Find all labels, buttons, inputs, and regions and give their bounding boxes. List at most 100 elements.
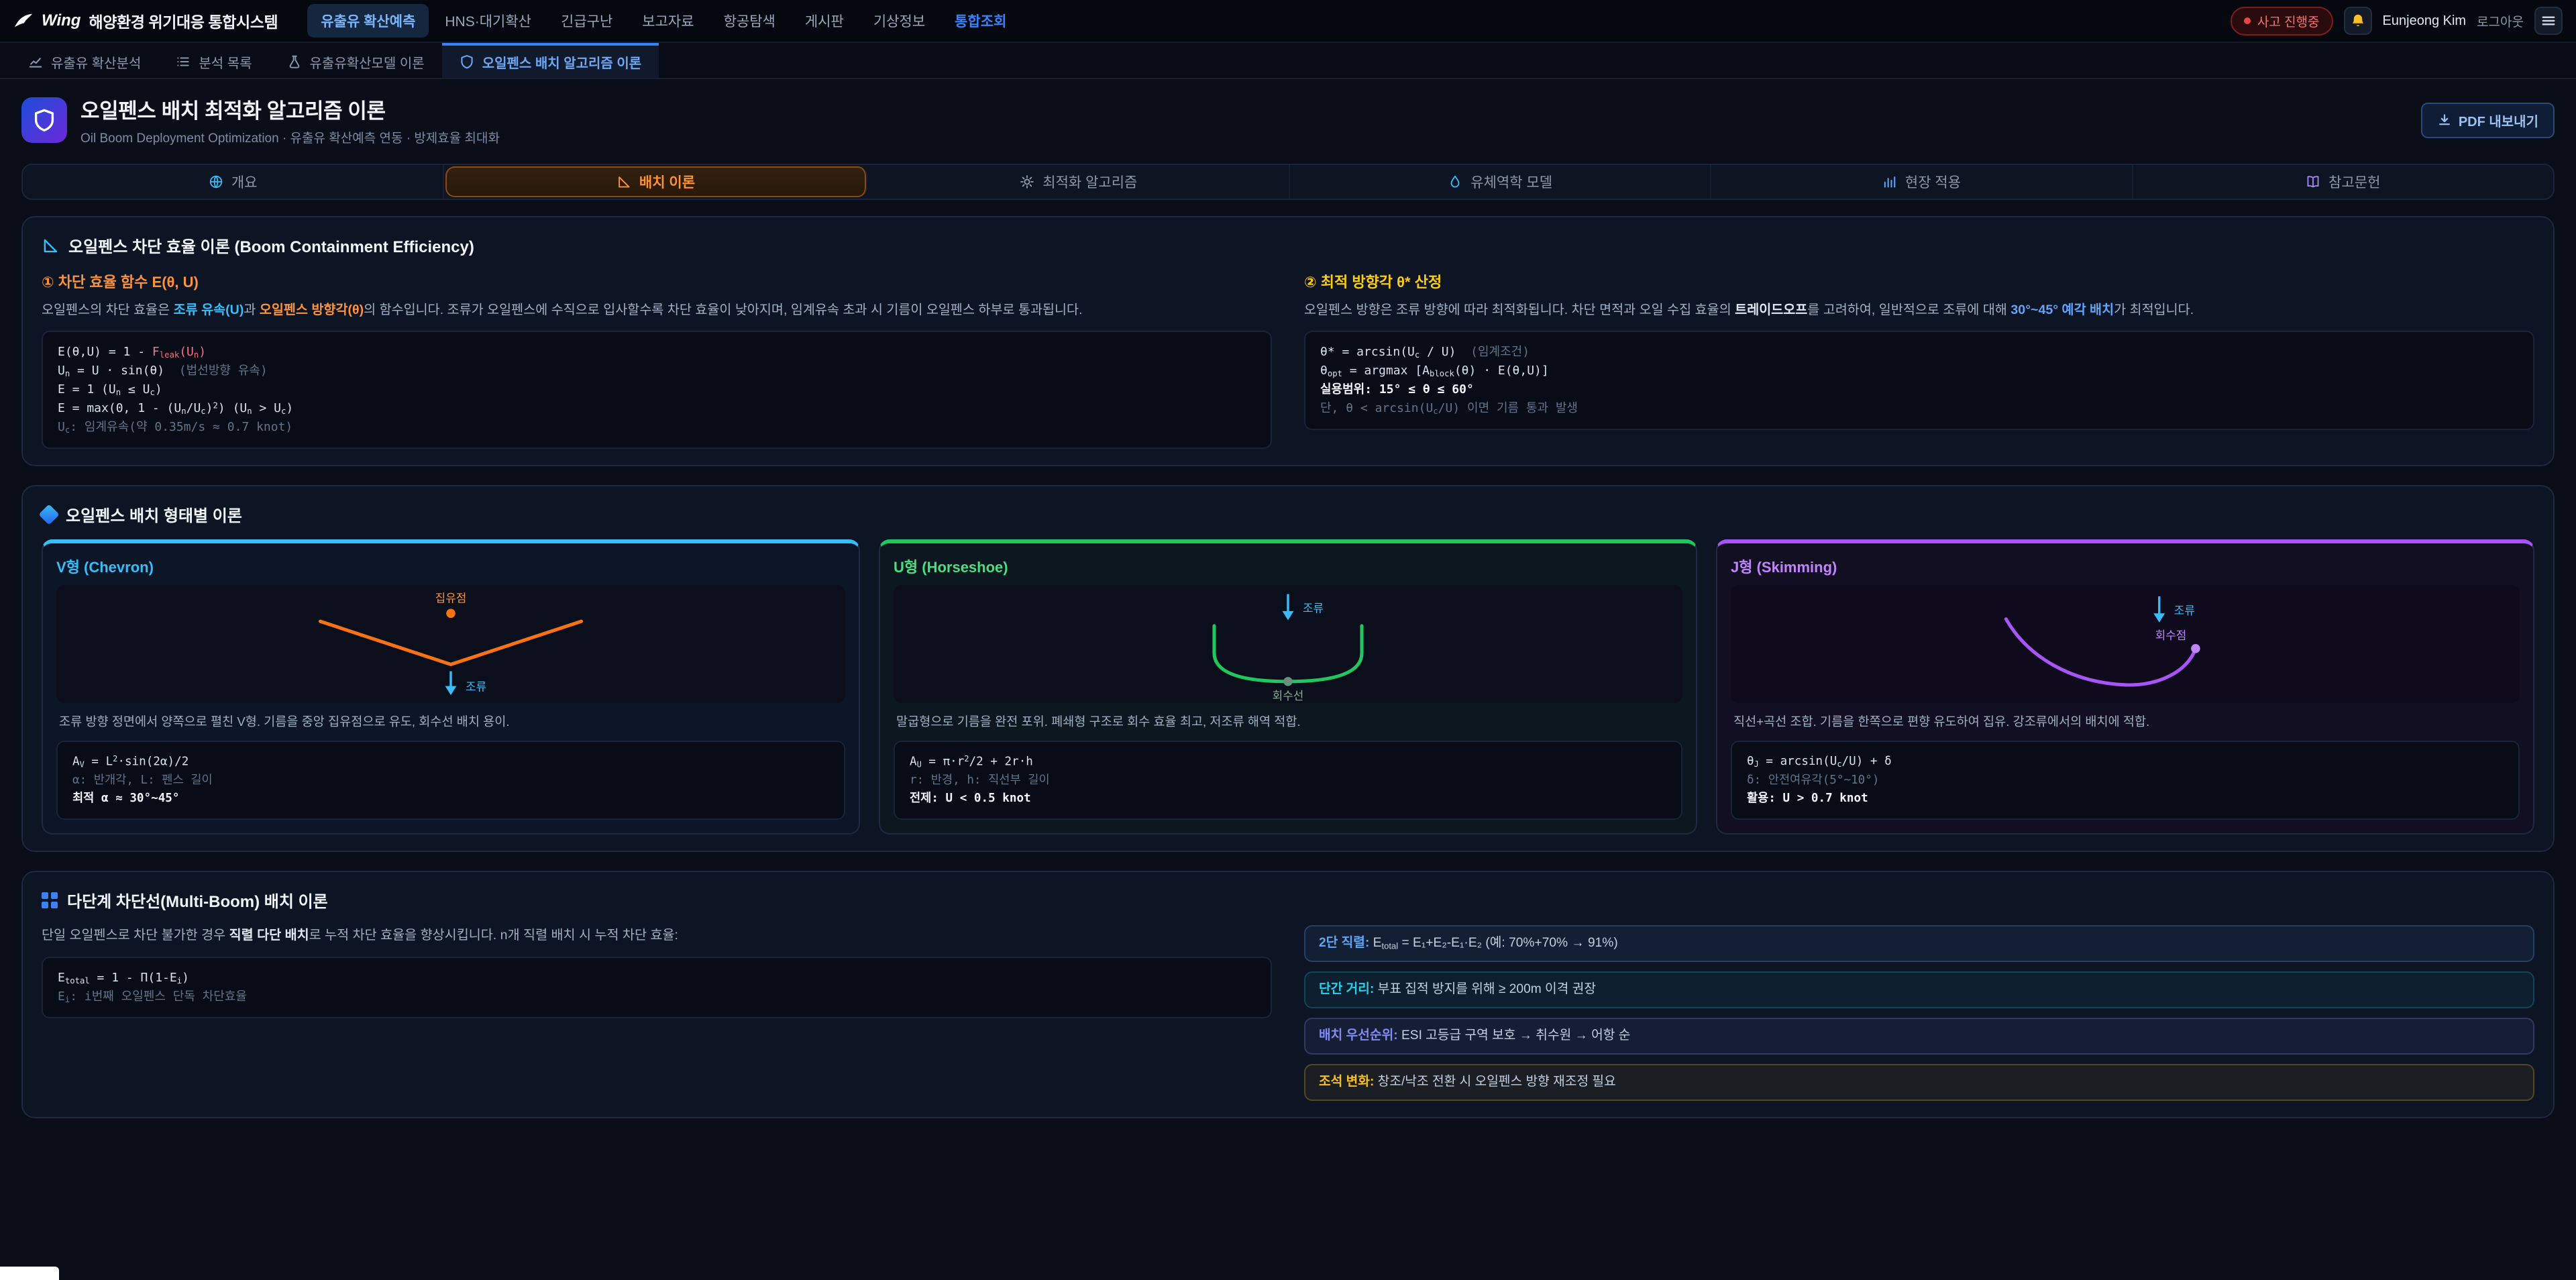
page-header: 오일펜스 배치 최적화 알고리즘 이론 Oil Boom Deployment … [0,79,2576,158]
card-heading: U형 (Horseshoe) [894,555,1682,577]
user-name: Eunjeong Kim [2383,13,2467,29]
containment-efficiency-title-row: 오일펜스 차단 효율 이론 (Boom Containment Efficien… [42,233,2534,257]
code-line: 활용: U > 0.7 knot [1747,790,2504,808]
code-line: Uc: 임계유속(약 0.35m/s ≈ 0.7 knot) [58,418,1256,437]
droplet-icon [1448,174,1462,189]
svg-text:회수점: 회수점 [2155,630,2187,643]
chart-line-icon [28,54,43,69]
optimal-angle-column: ② 최적 방향각 θ* 산정 오일펜스 방향은 조류 방향에 따라 최적화됩니다… [1304,270,2534,449]
brand-logo[interactable]: Wing 해양환경 위기대응 통합시스템 [13,9,278,32]
chevron-formula-block: AV = L2·sin(2α)/2 α: 반개각, L: 펜스 길이 최적 α … [56,741,845,820]
incident-dot-icon [2244,17,2251,24]
page-subtitle: Oil Boom Deployment Optimization · 유출유 확… [80,128,500,146]
code-line: AV = L2·sin(2α)/2 [72,753,829,771]
nav-item-hns-air-diffusion[interactable]: HNS·대기확산 [431,4,545,38]
svg-text:조류: 조류 [2174,604,2195,617]
boom-shapes-title-row: 오일펜스 배치 형태별 이론 [42,502,2534,526]
incident-status-badge[interactable]: 사고 진행중 [2231,7,2333,36]
guideline-row-serial: 2단 직렬: Etotal = E₁+E₂-E₁·E₂ (예: 70%+70% … [1304,925,2534,962]
code-line: δ: 안전여유각(5°~10°) [1747,771,2504,790]
triangle-ruler-icon [616,174,631,189]
optimal-angle-paragraph: 오일펜스 방향은 조류 방향에 따라 최적화됩니다. 차단 면적과 오일 수집 … [1304,300,2534,320]
efficiency-function-formula-block: E(θ,U) = 1 - Fleak(Un) Un = U · sin(θ) (… [42,331,1272,449]
list-icon [176,54,191,69]
panel-title: 오일펜스 배치 형태별 이론 [66,502,242,526]
svg-text:조류: 조류 [466,681,486,694]
code-line: E(θ,U) = 1 - Fleak(Un) [58,343,1256,362]
code-line: E = max(0, 1 - (Un/Uc)2) (Un > Uc) [58,399,1256,418]
boom-shape-card-chevron: V형 (Chevron) 집유점 조류 조류 방향 정면에서 양쪽으로 펼친 V… [42,539,860,835]
section-tab-hydrodynamics-model[interactable]: 유체역학 모델 [1290,165,1711,199]
code-line: 실용범위: 15° ≤ θ ≤ 60° [1320,380,2518,399]
hamburger-menu-button[interactable] [2534,7,2563,35]
globe-icon [209,174,223,189]
grid-icon [42,892,58,908]
triangle-ruler-icon [42,237,59,254]
multiboom-panel: 다단계 차단선(Multi-Boom) 배치 이론 단일 오일펜스로 차단 불가… [21,871,2555,1118]
flask-icon [287,54,302,69]
card-heading: J형 (Skimming) [1731,555,2520,577]
code-line: θJ = arcsin(Uc/U) + δ [1747,753,2504,771]
page-title: 오일펜스 배치 최적화 알고리즘 이론 [80,94,500,124]
code-line: r: 반경, h: 직선부 길이 [910,771,1666,790]
svg-text:조류: 조류 [1303,602,1324,615]
code-line: Un = U · sin(θ) (법선방향 유속) [58,362,1256,380]
top-navbar: Wing 해양환경 위기대응 통합시스템 유출유 확산예측 HNS·대기확산 긴… [0,0,2576,43]
multiboom-title-row: 다단계 차단선(Multi-Boom) 배치 이론 [42,888,2534,912]
nav-item-aerial-search[interactable]: 항공탐색 [710,4,789,38]
tab-diffusion-model-theory[interactable]: 유출유확산모델 이론 [270,43,442,78]
svg-text:회수선: 회수선 [1273,690,1304,702]
nav-item-oil-spill-prediction[interactable]: 유출유 확산예측 [307,4,429,38]
boom-shapes-panel: 오일펜스 배치 형태별 이론 V형 (Chevron) 집유점 조류 조류 방향… [21,485,2555,852]
bottom-left-white-box [0,1267,59,1280]
nav-item-integrated-search[interactable]: 통합조회 [941,4,1020,38]
shield-icon [21,97,67,143]
panel-title: 다단계 차단선(Multi-Boom) 배치 이론 [67,888,328,912]
secondary-tab-bar: 유출유 확산분석 분석 목록 유출유확산모델 이론 오일펜스 배치 알고리즘 이… [0,43,2576,79]
notification-bell-button[interactable] [2344,7,2372,35]
multiboom-guideline-list: 2단 직렬: Etotal = E₁+E₂-E₁·E₂ (예: 70%+70% … [1304,925,2534,1101]
section-tab-optimization-algorithm[interactable]: 최적화 알고리즘 [869,165,1290,199]
incident-status-label: 사고 진행중 [2257,12,2320,30]
guideline-row-tide: 조석 변화: 창조/낙조 전환 시 오일펜스 방향 재조정 필요 [1304,1064,2534,1101]
bell-icon [2350,13,2366,29]
code-line: 단, θ < arcsin(Uc/U) 이면 기름 통과 발생 [1320,399,2518,418]
section-tab-bar: 개요 배치 이론 최적화 알고리즘 유체역학 모델 현장 적용 참고문헌 [21,164,2555,200]
section-tab-overview[interactable]: 개요 [23,165,444,199]
nav-item-weather[interactable]: 기상정보 [860,4,938,38]
optimal-angle-heading: ② 최적 방향각 θ* 산정 [1304,270,2534,292]
card-heading: V형 (Chevron) [56,555,845,577]
efficiency-function-column: ① 차단 효율 함수 E(θ, U) 오일펜스의 차단 효율은 조류 유속(U)… [42,270,1272,449]
efficiency-function-heading: ① 차단 효율 함수 E(θ, U) [42,270,1272,292]
download-icon [2437,113,2452,127]
tab-analysis-list[interactable]: 분석 목록 [158,43,269,78]
nav-item-reports[interactable]: 보고자료 [629,4,707,38]
guideline-row-priority: 배치 우선순위: ESI 고등급 구역 보호 → 취수원 → 어항 순 [1304,1018,2534,1055]
page-header-text: 오일펜스 배치 최적화 알고리즘 이론 Oil Boom Deployment … [80,94,500,146]
code-line: θ* = arcsin(Uc / U) (임계조건) [1320,343,2518,362]
logout-button[interactable]: 로그아웃 [2477,12,2524,30]
code-line: α: 반개각, L: 펜스 길이 [72,771,829,790]
code-line: 전제: U < 0.5 knot [910,790,1666,808]
hamburger-menu-icon [2540,13,2557,29]
multiboom-formula-block: Etotal = 1 - Π(1-Ei) Ei: i번째 오일펜스 단독 차단효… [42,957,1272,1018]
skimming-boom-diagram: 조류 회수점 [1731,585,2520,703]
tab-boom-deployment-theory[interactable]: 오일펜스 배치 알고리즘 이론 [442,43,659,78]
boom-shape-card-skimming: J형 (Skimming) 조류 회수점 직선+곡선 조합. 기름을 한쪽으로 … [1716,539,2534,835]
nav-item-board[interactable]: 게시판 [792,4,857,38]
code-line: Etotal = 1 - Π(1-Ei) [58,969,1256,988]
multiboom-paragraph: 단일 오일펜스로 차단 불가한 경우 직렬 다단 배치로 누적 차단 효율을 향… [42,925,1272,945]
code-line: θopt = argmax [Ablock(θ) · E(θ,U)] [1320,362,2518,380]
tab-oil-spill-analysis[interactable]: 유출유 확산분석 [11,43,158,78]
section-tab-deployment-theory[interactable]: 배치 이론 [445,166,867,197]
code-line: E = 1 (Un ≤ Uc) [58,380,1256,399]
svg-text:집유점: 집유점 [435,592,467,605]
guideline-row-spacing: 단간 거리: 부표 집적 방지를 위해 ≥ 200m 이격 권장 [1304,971,2534,1008]
wing-logo-icon [13,12,34,30]
section-tab-references[interactable]: 참고문헌 [2133,165,2553,199]
skimming-formula-block: θJ = arcsin(Uc/U) + δ δ: 안전여유각(5°~10°) 활… [1731,741,2520,820]
section-tab-field-application[interactable]: 현장 적용 [1711,165,2133,199]
card-description: 조류 방향 정면에서 양쪽으로 펼친 V형. 기름을 중앙 집유점으로 유도, … [59,712,843,731]
nav-item-emergency-rescue[interactable]: 긴급구난 [547,4,626,38]
pdf-export-button[interactable]: PDF 내보내기 [2421,103,2555,138]
